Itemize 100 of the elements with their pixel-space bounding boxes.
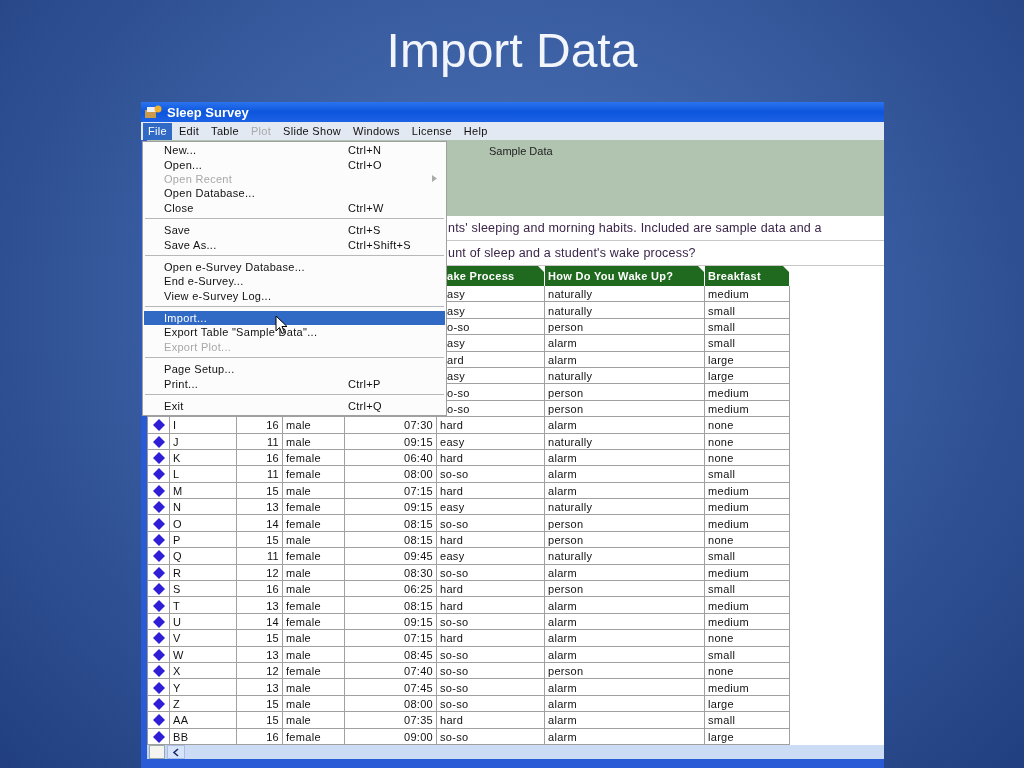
diamond-icon: [152, 681, 165, 694]
table-cell: 09:15: [403, 501, 433, 514]
shortcut-text: Ctrl+W: [348, 201, 384, 214]
table-cell: 15: [266, 632, 279, 645]
table-cell: hard: [440, 714, 464, 727]
diamond-icon: [152, 632, 165, 645]
table-cell: hard: [440, 632, 464, 645]
table-cell: female: [286, 452, 321, 465]
table-cell: 07:15: [403, 484, 433, 497]
menu-bar-item[interactable]: Slide Show: [278, 122, 347, 140]
table-cell: small: [708, 320, 736, 333]
table-cell: hard: [440, 583, 464, 596]
table-cell: 11: [266, 435, 279, 448]
table-cell: male: [286, 714, 312, 727]
slide-title: Import Data: [386, 27, 638, 77]
menu-item[interactable]: Page Setup...: [144, 362, 445, 377]
table-cell: medium: [708, 484, 749, 497]
menu-item[interactable]: Save Ctrl+S: [144, 222, 445, 238]
table-cell: male: [286, 435, 312, 448]
table-cell: K: [173, 452, 181, 465]
table-cell: alarm: [548, 337, 577, 350]
table-cell: M: [173, 484, 183, 497]
window-title: Sleep Survey: [167, 104, 249, 120]
table-cell: male: [286, 681, 312, 694]
table-cell: O: [173, 517, 182, 530]
shortcut-text: Ctrl+P: [348, 377, 381, 390]
table-cell: large: [708, 730, 734, 743]
table-cell: 08:15: [403, 517, 433, 530]
table-cell: alarm: [548, 616, 577, 628]
menu-bar-item[interactable]: Windows: [348, 122, 405, 140]
table-cell: medium: [708, 599, 749, 612]
menu-bar-item[interactable]: Table: [206, 122, 244, 140]
menu-item[interactable]: Open... Ctrl+O: [144, 157, 445, 172]
table-cell: N: [173, 501, 182, 514]
table-cell: 09:45: [403, 550, 433, 563]
table-cell: male: [286, 419, 312, 432]
menu-item[interactable]: Save As... Ctrl+Shift+S: [144, 237, 445, 252]
table-cell: female: [286, 599, 321, 612]
table-cell: none: [708, 534, 734, 547]
menu-bar-item[interactable]: License: [406, 122, 457, 140]
table-cell: 15: [266, 697, 279, 710]
table-cell: alarm: [548, 697, 577, 710]
menu-bar-item[interactable]: File: [143, 122, 172, 140]
diamond-icon: [152, 730, 165, 743]
table-cell: easy: [440, 501, 465, 514]
table-cell: 13: [266, 648, 279, 661]
table-cell: so-so: [440, 697, 469, 710]
menu-item[interactable]: Export Table "Sample Data"...: [144, 325, 445, 340]
menu-item[interactable]: Exit Ctrl+Q: [144, 398, 445, 414]
column-header[interactable]: Breakfast: [705, 266, 790, 286]
table-cell: 13: [266, 681, 279, 694]
table-cell: medium: [708, 501, 749, 514]
table-cell: alarm: [548, 714, 577, 727]
scroll-left-button[interactable]: [167, 745, 185, 759]
shortcut-text: Ctrl+Q: [348, 400, 382, 413]
menu-item[interactable]: Close Ctrl+W: [144, 200, 445, 215]
table-cell: 13: [266, 501, 279, 514]
table-cell: 09:00: [403, 730, 433, 743]
table-cell: small: [708, 550, 736, 563]
shortcut-text: Ctrl+S: [348, 224, 381, 237]
table-cell: 08:15: [403, 599, 433, 612]
table-cell: 13: [266, 599, 279, 612]
table-cell: 06:40: [403, 452, 433, 465]
shortcut-text: Ctrl+Shift+S: [348, 238, 411, 251]
table-cell: person: [548, 320, 584, 333]
table-cell: X: [173, 665, 181, 678]
table-cell: Z: [173, 697, 181, 710]
menu-item[interactable]: View e-Survey Log...: [144, 288, 445, 303]
table-cell: female: [286, 616, 321, 628]
table-cell: naturally: [548, 550, 593, 563]
table-cell: V: [173, 632, 181, 645]
table-cell: female: [286, 550, 321, 563]
table-cell: naturally: [548, 435, 593, 448]
table-cell: T: [173, 599, 181, 612]
table-cell: 16: [266, 730, 279, 743]
menu-item[interactable]: Import...: [144, 310, 445, 326]
menu-bar-item[interactable]: Edit: [173, 122, 205, 140]
table-cell: W: [173, 648, 184, 661]
table-cell: so-so: [440, 681, 469, 694]
table-cell: medium: [708, 566, 749, 579]
table-cell: none: [708, 419, 734, 432]
table-cell: male: [286, 648, 312, 661]
diamond-icon: [152, 484, 165, 497]
menu-item[interactable]: New... Ctrl+N: [144, 143, 445, 158]
table-cell: so-so: [440, 648, 469, 661]
table-cell: alarm: [548, 353, 577, 366]
diamond-icon: [152, 648, 165, 661]
table-cell: none: [708, 452, 734, 465]
diamond-icon: [152, 468, 165, 481]
table-cell: naturally: [548, 304, 593, 317]
table-cell: 15: [266, 484, 279, 497]
table-title: Sample Data: [489, 145, 553, 157]
table-cell: female: [286, 517, 321, 530]
menu-bar-item[interactable]: Help: [458, 122, 493, 140]
menu-item[interactable]: Print... Ctrl+P: [144, 376, 445, 391]
column-header[interactable]: How Do You Wake Up?: [545, 266, 705, 286]
table-cell: easy: [440, 435, 465, 448]
table-cell: hard: [440, 534, 464, 547]
menu-item[interactable]: Open Database...: [144, 186, 445, 201]
table-cell: alarm: [548, 468, 577, 481]
